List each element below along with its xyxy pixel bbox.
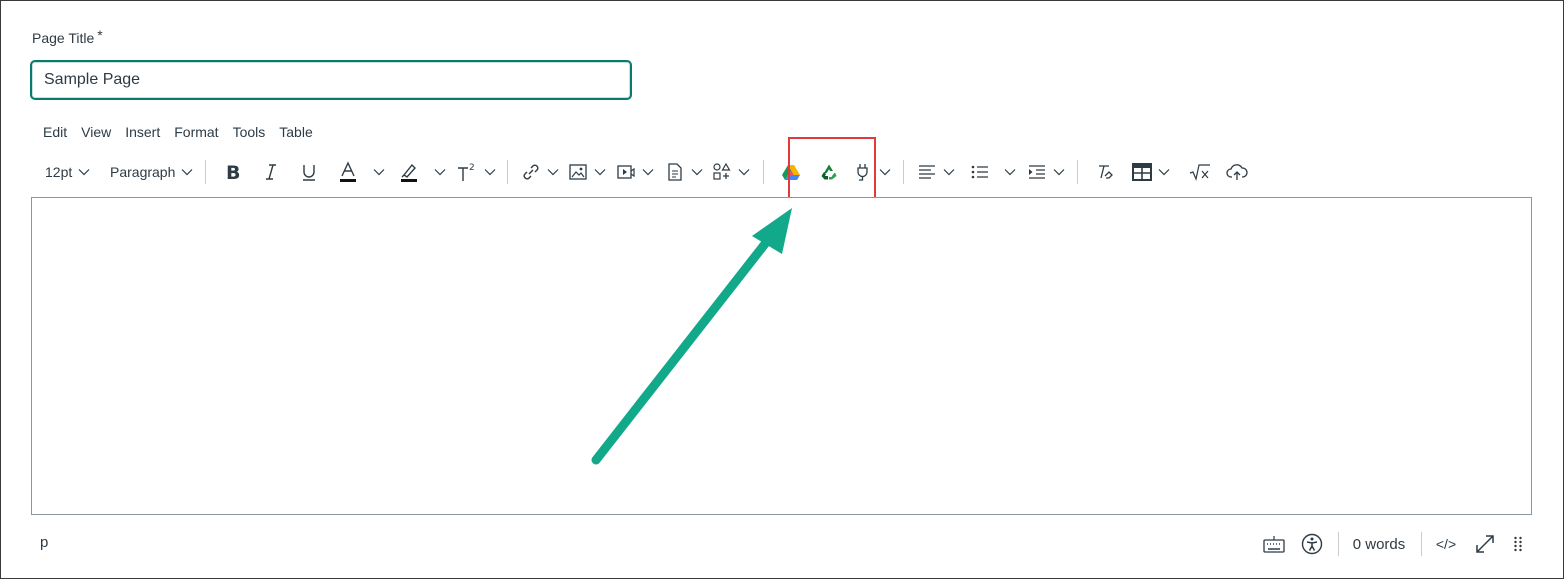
chevron-down-icon [181,169,193,176]
toolbar-divider [763,160,764,184]
bullet-list-icon [971,165,988,179]
link-icon [523,164,539,180]
google-drive-icon [782,165,800,180]
google-drive-button[interactable] [782,156,800,188]
chevron-down-icon [373,169,385,176]
indent-icon [1029,165,1045,179]
recycle-button[interactable] [820,156,838,188]
text-color-icon [340,161,356,182]
required-asterisk: * [97,27,103,43]
fullscreen-button[interactable] [1471,528,1499,560]
document-button[interactable] [665,156,703,188]
menu-insert[interactable]: Insert [118,122,167,142]
editor-toolbar: 12pt Paragraph B 2 [36,156,1276,188]
equation-icon [1189,164,1210,181]
toolbar-divider [205,160,206,184]
apps-button[interactable] [712,156,750,188]
plugin-icon [857,164,868,181]
bold-icon: B [226,162,240,182]
bullet-list-button[interactable] [970,156,1016,188]
block-format-select[interactable]: Paragraph [110,156,193,188]
italic-icon [266,164,276,180]
page-title-input[interactable] [30,60,632,100]
html-editor-toggle[interactable]: </> [1431,528,1461,560]
toolbar-divider [903,160,904,184]
menu-edit[interactable]: Edit [36,122,74,142]
statusbar-divider [1421,532,1422,556]
keyboard-shortcuts-button[interactable] [1259,528,1289,560]
element-path[interactable]: p [40,534,48,551]
statusbar-divider [1338,532,1339,556]
chevron-down-icon [943,169,955,176]
chevron-down-icon [738,169,750,176]
superscript-icon: 2 [458,163,475,181]
keyboard-icon [1263,536,1285,553]
accessibility-checker-button[interactable] [1297,528,1327,560]
chevron-down-icon [547,169,559,176]
chevron-down-icon [1158,169,1170,176]
page-title-label-text: Page Title [32,30,95,46]
font-size-select[interactable]: 12pt [45,156,90,188]
clear-formatting-icon [1099,165,1113,179]
image-button[interactable] [568,156,606,188]
indent-button[interactable] [1027,156,1065,188]
chevron-down-icon [879,169,891,176]
plugin-button[interactable] [853,156,891,188]
link-button[interactable] [521,156,559,188]
chevron-down-icon [434,169,446,176]
fullscreen-icon [1476,535,1494,553]
table-button[interactable] [1132,156,1170,188]
underline-button[interactable] [299,156,319,188]
text-color-button[interactable] [337,156,385,188]
chevron-down-icon [1004,169,1016,176]
menu-tools[interactable]: Tools [226,122,273,142]
font-size-value: 12pt [45,164,73,180]
resize-handle[interactable] [1508,528,1528,560]
cloud-upload-icon [1226,164,1248,180]
chevron-down-icon [1053,169,1065,176]
editor-statusbar: p 0 words </> [0,526,1564,562]
block-format-value: Paragraph [110,164,176,180]
clear-formatting-button[interactable] [1095,156,1115,188]
bold-button[interactable]: B [223,156,243,188]
word-count[interactable]: 0 words [1346,528,1412,560]
editor-menubar: Edit View Insert Format Tools Table [36,122,320,142]
chevron-down-icon [642,169,654,176]
chevron-down-icon [691,169,703,176]
toolbar-divider [507,160,508,184]
superscript-button[interactable]: 2 [456,156,496,188]
drag-handle-icon [1514,536,1522,552]
cloud-upload-button[interactable] [1226,156,1248,188]
highlight-color-icon [401,163,417,182]
page-title-label: Page Title * [32,27,103,46]
svg-text:B: B [226,162,240,182]
media-button[interactable] [616,156,654,188]
toolbar-divider [1077,160,1078,184]
table-icon [1132,163,1152,181]
menu-view[interactable]: View [74,122,118,142]
recycle-icon [821,164,837,180]
image-icon [569,164,587,180]
equation-button[interactable] [1189,156,1211,188]
align-icon [919,165,935,179]
apps-icon [713,162,731,180]
rich-content-editor-area[interactable] [31,197,1532,515]
document-icon [668,163,682,181]
menu-format[interactable]: Format [167,122,225,142]
menu-table[interactable]: Table [272,122,319,142]
accessibility-icon [1301,533,1323,555]
svg-text:2: 2 [469,163,475,173]
align-button[interactable] [917,156,955,188]
chevron-down-icon [78,169,90,176]
media-icon [617,165,635,179]
italic-button[interactable] [261,156,281,188]
chevron-down-icon [594,169,606,176]
underline-icon [303,165,315,181]
highlight-color-button[interactable] [398,156,446,188]
chevron-down-icon [484,169,496,176]
